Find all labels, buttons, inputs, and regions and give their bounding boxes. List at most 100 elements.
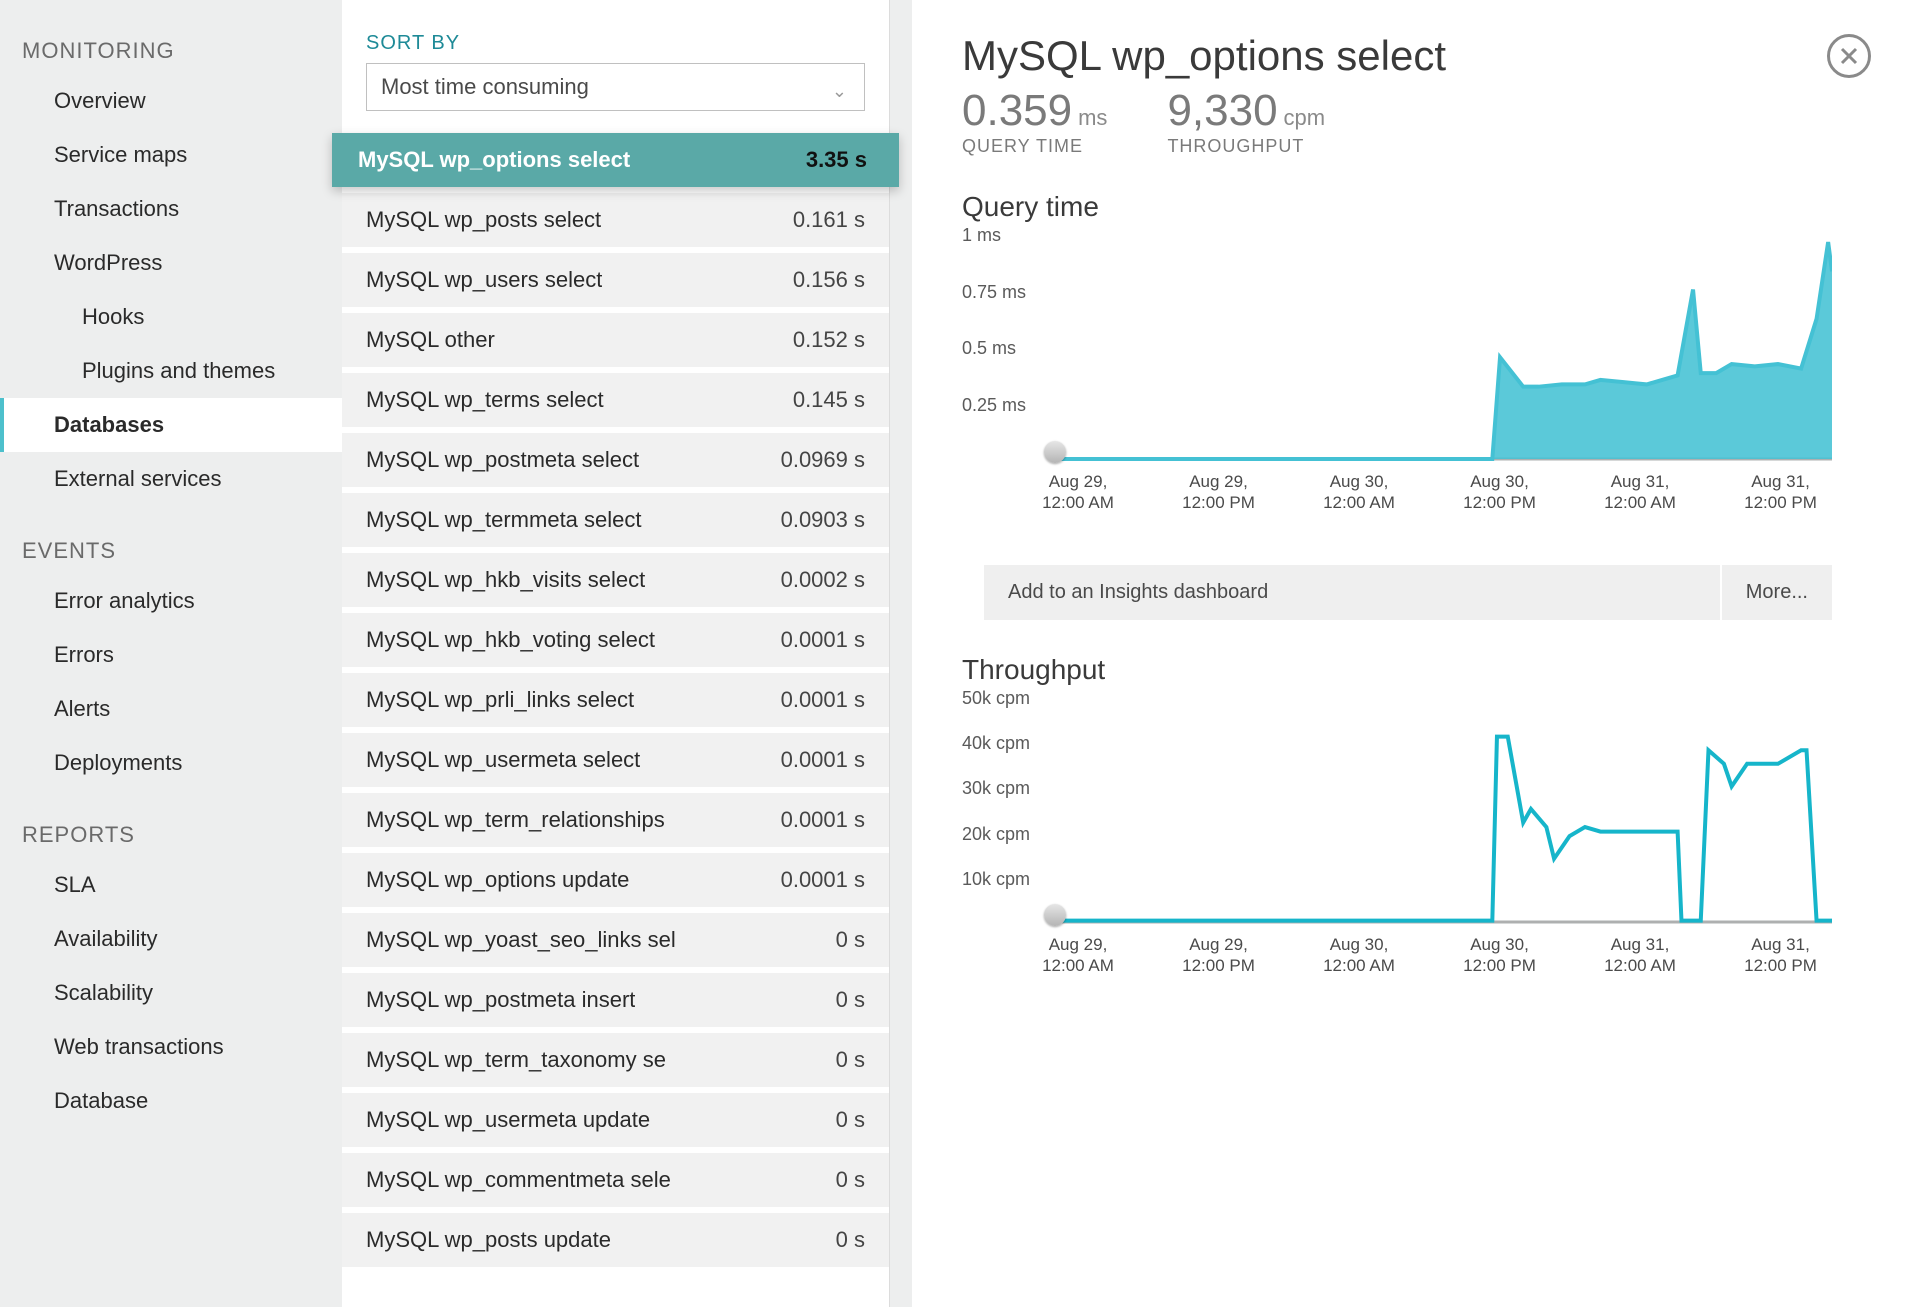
- close-icon[interactable]: [1827, 34, 1871, 78]
- section-events: EVENTS: [0, 538, 342, 574]
- query-name: MySQL wp_term_taxonomy se: [366, 1047, 666, 1073]
- query-name: MySQL wp_hkb_voting select: [366, 627, 655, 653]
- query-time: 0.161 s: [777, 207, 865, 233]
- nav-error-analytics[interactable]: Error analytics: [0, 574, 342, 628]
- y-tick: 30k cpm: [962, 778, 1030, 799]
- query-row[interactable]: MySQL wp_term_relationships0.0001 s: [342, 793, 889, 847]
- query-row[interactable]: MySQL wp_hkb_voting select 0.0001 s: [342, 613, 889, 667]
- nav-errors[interactable]: Errors: [0, 628, 342, 682]
- query-name: MySQL wp_users select: [366, 267, 602, 293]
- nav-scalability[interactable]: Scalability: [0, 966, 342, 1020]
- kpi-query-time: 0.359ms QUERY TIME: [962, 86, 1107, 157]
- y-tick: 20k cpm: [962, 824, 1030, 845]
- query-name: MySQL wp_usermeta update: [366, 1107, 650, 1133]
- query-time: 3.35 s: [790, 147, 867, 173]
- query-name: MySQL wp_postmeta insert: [366, 987, 635, 1013]
- query-name: MySQL wp_prli_links select: [366, 687, 634, 713]
- kpi-throughput: 9,330 cpm THROUGHPUT: [1167, 86, 1325, 157]
- x-tick: Aug 30,12:00 PM: [1440, 471, 1560, 514]
- query-row[interactable]: MySQL wp_terms select0.145 s: [342, 373, 889, 427]
- y-tick: 0.5 ms: [962, 338, 1016, 359]
- kpi-value: 9,330: [1167, 86, 1277, 136]
- query-time: 0.152 s: [777, 327, 865, 353]
- query-name: MySQL wp_posts update: [366, 1227, 611, 1253]
- insights-more-button[interactable]: More...: [1720, 565, 1832, 620]
- section-monitoring: MONITORING: [0, 38, 342, 74]
- nav-alerts[interactable]: Alerts: [0, 682, 342, 736]
- detail-title: MySQL wp_options select: [962, 32, 1871, 80]
- query-name: MySQL wp_posts select: [366, 207, 601, 233]
- y-tick: 50k cpm: [962, 688, 1030, 709]
- x-tick: Aug 31,12:00 AM: [1580, 471, 1700, 514]
- x-tick: Aug 30,12:00 PM: [1440, 934, 1560, 977]
- query-name: MySQL wp_usermeta select: [366, 747, 640, 773]
- nav-overview[interactable]: Overview: [0, 74, 342, 128]
- sort-select[interactable]: Most time consuming: [366, 63, 865, 111]
- insights-bar: Add to an Insights dashboard More...: [984, 565, 1832, 620]
- query-name: MySQL wp_postmeta select: [366, 447, 639, 473]
- nav-service-maps[interactable]: Service maps: [0, 128, 342, 182]
- query-row[interactable]: MySQL other0.152 s: [342, 313, 889, 367]
- chart-query-time[interactable]: 1 ms0.75 ms0.5 ms0.25 msAug 29,12:00 AMA…: [962, 233, 1832, 543]
- nav-web-transactions[interactable]: Web transactions: [0, 1020, 342, 1074]
- x-tick: Aug 30,12:00 AM: [1299, 934, 1419, 977]
- query-time: 0.0001 s: [765, 747, 865, 773]
- sort-label: SORT BY: [342, 32, 889, 63]
- nav-database[interactable]: Database: [0, 1074, 342, 1128]
- nav-availability[interactable]: Availability: [0, 912, 342, 966]
- query-row[interactable]: MySQL wp_postmeta select 0.0969 s: [342, 433, 889, 487]
- query-time: 0.0001 s: [765, 807, 865, 833]
- query-row[interactable]: MySQL wp_commentmeta sele0 s: [342, 1153, 889, 1207]
- query-time: 0.0969 s: [765, 447, 865, 473]
- nav-sla[interactable]: SLA: [0, 858, 342, 912]
- sidebar: MONITORING OverviewService mapsTransacti…: [0, 0, 342, 1307]
- nav-plugins-and-themes[interactable]: Plugins and themes: [0, 344, 342, 398]
- nav-deployments[interactable]: Deployments: [0, 736, 342, 790]
- add-to-insights-button[interactable]: Add to an Insights dashboard: [984, 565, 1720, 620]
- query-time: 0.0001 s: [765, 867, 865, 893]
- chart-scrubber[interactable]: [1044, 904, 1066, 926]
- query-detail-panel: MySQL wp_options select 0.359ms QUERY TI…: [912, 0, 1905, 1307]
- query-row[interactable]: MySQL wp_prli_links select0.0001 s: [342, 673, 889, 727]
- nav-transactions[interactable]: Transactions: [0, 182, 342, 236]
- x-tick: Aug 31,12:00 PM: [1721, 471, 1841, 514]
- nav-external-services[interactable]: External services: [0, 452, 342, 506]
- query-time: 0 s: [820, 1107, 865, 1133]
- query-row[interactable]: MySQL wp_usermeta update 0 s: [342, 1093, 889, 1147]
- chart-scrubber[interactable]: [1044, 441, 1066, 463]
- query-row[interactable]: MySQL wp_termmeta select0.0903 s: [342, 493, 889, 547]
- query-time: 0 s: [820, 987, 865, 1013]
- query-time: 0 s: [820, 1047, 865, 1073]
- y-tick: 40k cpm: [962, 733, 1030, 754]
- query-row[interactable]: MySQL wp_postmeta insert 0 s: [342, 973, 889, 1027]
- chart-throughput[interactable]: 50k cpm40k cpm30k cpm20k cpm10k cpmAug 2…: [962, 696, 1832, 994]
- query-row[interactable]: MySQL wp_options select3.35 s: [332, 133, 899, 187]
- query-row[interactable]: MySQL wp_users select 0.156 s: [342, 253, 889, 307]
- query-name: MySQL wp_commentmeta sele: [366, 1167, 671, 1193]
- nav-hooks[interactable]: Hooks: [0, 290, 342, 344]
- query-name: MySQL wp_yoast_seo_links sel: [366, 927, 676, 953]
- query-row[interactable]: MySQL wp_hkb_visits select0.0002 s: [342, 553, 889, 607]
- query-row[interactable]: MySQL wp_options update0.0001 s: [342, 853, 889, 907]
- x-tick: Aug 29,12:00 AM: [1018, 934, 1138, 977]
- kpi-label: QUERY TIME: [962, 136, 1107, 157]
- kpi-unit: cpm: [1284, 105, 1326, 130]
- query-time: 0.156 s: [777, 267, 865, 293]
- nav-wordpress[interactable]: WordPress: [0, 236, 342, 290]
- y-tick: 10k cpm: [962, 869, 1030, 890]
- query-name: MySQL wp_termmeta select: [366, 507, 642, 533]
- query-time: 0.0001 s: [765, 627, 865, 653]
- y-tick: 0.75 ms: [962, 282, 1026, 303]
- query-row[interactable]: MySQL wp_usermeta select 0.0001 s: [342, 733, 889, 787]
- nav-databases[interactable]: Databases: [0, 398, 342, 452]
- query-row[interactable]: MySQL wp_posts update0 s: [342, 1213, 889, 1267]
- query-list-panel: SORT BY Most time consuming ⌄ MySQL wp_o…: [342, 0, 890, 1307]
- query-name: MySQL wp_hkb_visits select: [366, 567, 645, 593]
- query-row[interactable]: MySQL wp_term_taxonomy se 0 s: [342, 1033, 889, 1087]
- query-row[interactable]: MySQL wp_yoast_seo_links sel 0 s: [342, 913, 889, 967]
- section-reports: REPORTS: [0, 822, 342, 858]
- query-time: 0 s: [820, 927, 865, 953]
- query-row[interactable]: MySQL wp_posts select 0.161 s: [342, 193, 889, 247]
- query-name: MySQL wp_terms select: [366, 387, 604, 413]
- kpi-label: THROUGHPUT: [1167, 136, 1325, 157]
